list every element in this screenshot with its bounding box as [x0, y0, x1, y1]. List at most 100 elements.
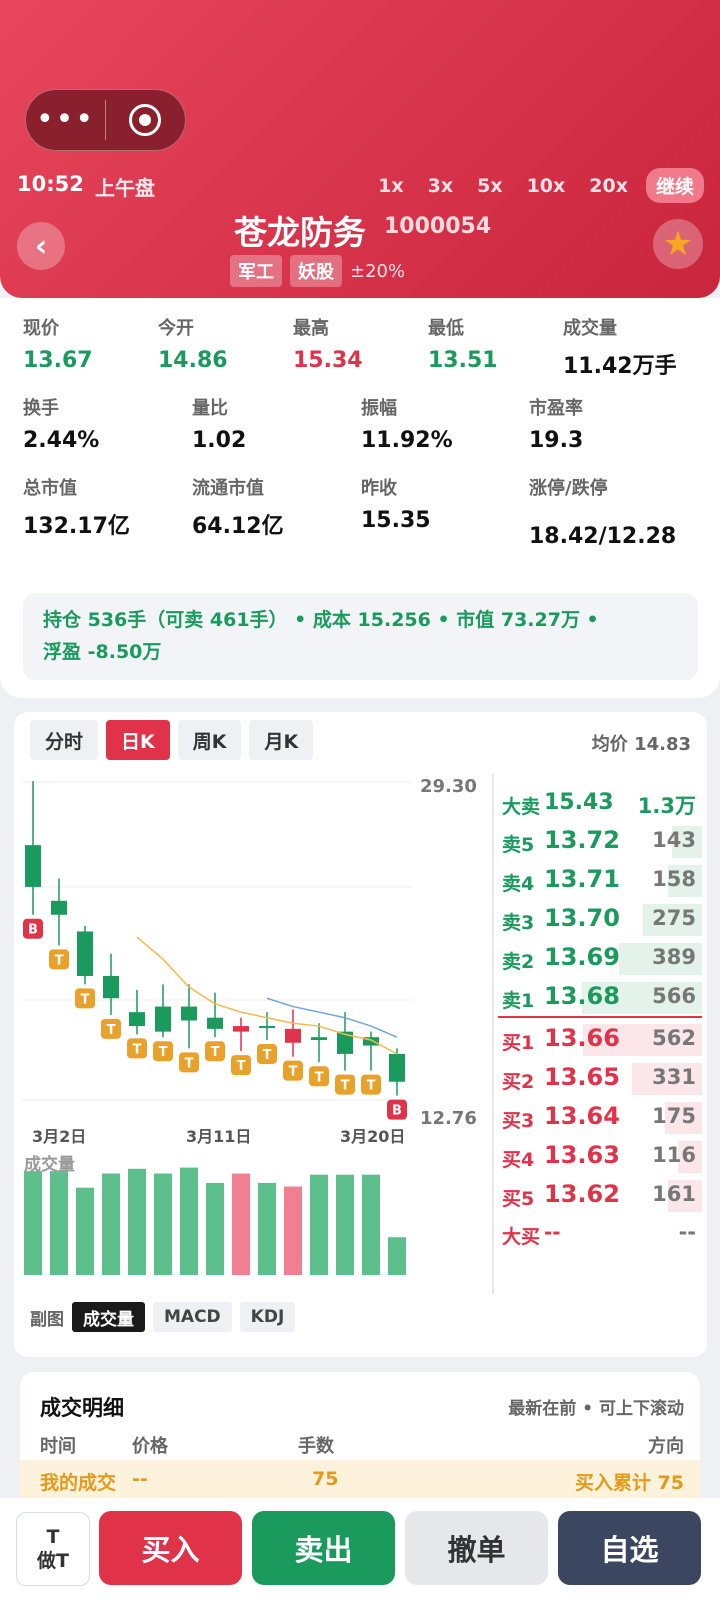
- trade-marker-label: T: [107, 1023, 116, 1038]
- quote-current: 现价 13.67: [23, 318, 93, 373]
- quote-market-cap: 总市值 132.17亿: [23, 478, 130, 539]
- continue-button[interactable]: 继续: [645, 168, 704, 203]
- sub-chart-title: 副图: [30, 1309, 64, 1330]
- volume-bar: [24, 1171, 42, 1275]
- volume-bar: [310, 1174, 328, 1275]
- volume-label: 成交量: [24, 1154, 75, 1175]
- price-axis-min: 12.76: [420, 1108, 477, 1129]
- cancel-order-button[interactable]: 撤单: [405, 1511, 548, 1585]
- level-volume: 389: [652, 945, 696, 969]
- speed-1x[interactable]: 1x: [378, 175, 403, 197]
- candle-body: [233, 1026, 249, 1032]
- order-book-ask-row[interactable]: 卖5 13.72 143: [498, 824, 702, 860]
- level-price: 13.64: [544, 1102, 620, 1130]
- tag-military: 军工: [230, 255, 282, 287]
- price-limit: ±20%: [350, 260, 406, 282]
- trade-marker-label: T: [315, 1070, 324, 1085]
- trade-marker-label: T: [159, 1045, 168, 1060]
- speed-3x[interactable]: 3x: [428, 175, 453, 197]
- level-label: 卖3: [502, 912, 535, 934]
- action-bar: T 做T 买入 卖出 撤单 自选: [0, 1498, 720, 1600]
- buy-button[interactable]: 买入: [99, 1511, 242, 1585]
- speed-10x[interactable]: 10x: [527, 175, 566, 197]
- level-label: 卖4: [502, 873, 535, 895]
- trade-marker-label: T: [341, 1079, 350, 1094]
- volume-bars-layer: [24, 1167, 406, 1275]
- candle-body: [311, 1037, 327, 1040]
- trade-marker-label: T: [55, 953, 64, 968]
- my-trade-row: 我的成交 -- 75 买入累计 75: [20, 1460, 700, 1498]
- level-price: 13.70: [544, 904, 620, 932]
- quote-pe: 市盈率 19.3: [529, 398, 584, 453]
- quote-turnover: 换手 2.44%: [23, 398, 100, 453]
- order-book-ask-row[interactable]: 卖1 13.68 566: [498, 980, 702, 1016]
- order-book-bid-row[interactable]: 买2 13.65 331: [498, 1061, 702, 1097]
- stock-header: ••• 10:52 上午盘 1x 3x 5x 10x 20x 继续 ‹ 苍龙防务…: [0, 0, 720, 298]
- date-label: 3月11日: [186, 1127, 251, 1146]
- order-book-bid-row[interactable]: 买1 13.66 562: [498, 1022, 702, 1058]
- stock-code: 1000054: [384, 214, 492, 239]
- candlestick-chart[interactable]: B T T T T T T T T T T T T T B 29.30 12.76 3月2日 3月11日 3…: [14, 712, 492, 1297]
- chevron-left-icon[interactable]: ‹: [17, 222, 65, 270]
- level-price: 13.68: [544, 982, 620, 1010]
- position-line-1: 持仓 536手（可卖 461手） • 成本 15.256 • 市值 73.27万…: [43, 609, 599, 631]
- level-label: 买3: [502, 1110, 535, 1132]
- volume-bar: [258, 1182, 276, 1275]
- more-dots-icon[interactable]: •••: [26, 89, 105, 151]
- order-book-bid-row[interactable]: 买3 13.64 175: [498, 1100, 702, 1136]
- order-book-ask-row[interactable]: 卖2 13.69 389: [498, 941, 702, 977]
- trade-marker-label: T: [211, 1045, 220, 1060]
- star-icon[interactable]: ★: [653, 219, 703, 269]
- order-book-ask-row[interactable]: 卖4 13.71 158: [498, 863, 702, 899]
- stock-tags: 军工 妖股 ±20%: [230, 255, 405, 287]
- speed-5x[interactable]: 5x: [477, 175, 502, 197]
- target-icon[interactable]: [106, 89, 185, 151]
- tab-kdj[interactable]: KDJ: [239, 1302, 296, 1332]
- level-volume: 331: [652, 1065, 696, 1089]
- trade-marker-label: T: [185, 1056, 194, 1071]
- volume-bar: [388, 1237, 406, 1275]
- level-volume: 275: [652, 906, 696, 930]
- trade-marker-label: T: [263, 1048, 272, 1063]
- trade-marker-label: T: [289, 1065, 298, 1080]
- sell-button[interactable]: 卖出: [252, 1511, 395, 1585]
- quote-volume-ratio: 量比 1.02: [192, 398, 247, 453]
- level-price: 13.72: [544, 826, 620, 854]
- volume-bar: [180, 1167, 198, 1275]
- speed-20x[interactable]: 20x: [589, 175, 628, 197]
- candle-body: [207, 1017, 223, 1029]
- watchlist-button[interactable]: 自选: [558, 1511, 701, 1585]
- candle-body: [181, 1006, 197, 1021]
- tab-macd[interactable]: MACD: [153, 1302, 232, 1332]
- level-label: 买4: [502, 1149, 535, 1171]
- level-volume: 116: [652, 1143, 696, 1167]
- level-label: 买2: [502, 1071, 535, 1093]
- order-book-ask-row[interactable]: 卖3 13.70 275: [498, 902, 702, 938]
- level-price: 13.69: [544, 943, 620, 971]
- level-volume: 143: [652, 828, 696, 852]
- level-price: 13.62: [544, 1180, 620, 1208]
- volume-bar: [76, 1187, 94, 1275]
- playback-speed-group: 1x 3x 5x 10x 20x 继续: [354, 168, 704, 203]
- volume-bar: [336, 1174, 354, 1275]
- market-session: 上午盘: [95, 176, 155, 200]
- position-summary: 持仓 536手（可卖 461手） • 成本 15.256 • 市值 73.27万…: [23, 593, 698, 680]
- trade-marker-label: T: [367, 1079, 376, 1094]
- col-price: 价格: [132, 1436, 168, 1457]
- level-label: 买1: [502, 1032, 535, 1054]
- order-book-bid-row[interactable]: 买4 13.63 116: [498, 1139, 702, 1175]
- order-book-bid-row[interactable]: 买5 13.62 161: [498, 1178, 702, 1214]
- trade-marker-label: T: [237, 1059, 246, 1074]
- volume-bar: [128, 1168, 146, 1275]
- date-label: 3月2日: [32, 1127, 86, 1146]
- order-book-divider: [498, 1016, 702, 1018]
- position-line-2: 浮盈 -8.50万: [43, 641, 162, 663]
- order-book-top-sell: 大卖 15.43 1.3万: [502, 790, 696, 818]
- col-time: 时间: [40, 1436, 76, 1457]
- average-price: 均价 14.83: [591, 734, 691, 755]
- tab-volume[interactable]: 成交量: [72, 1302, 145, 1332]
- quote-float-cap: 流通市值 64.12亿: [192, 478, 284, 539]
- do-t-button[interactable]: T 做T: [16, 1512, 90, 1586]
- level-label: 卖2: [502, 951, 535, 973]
- order-book: 大卖 15.43 1.3万 卖5 13.72 143 卖4 13.71 158 卖3 13.7…: [492, 774, 702, 1294]
